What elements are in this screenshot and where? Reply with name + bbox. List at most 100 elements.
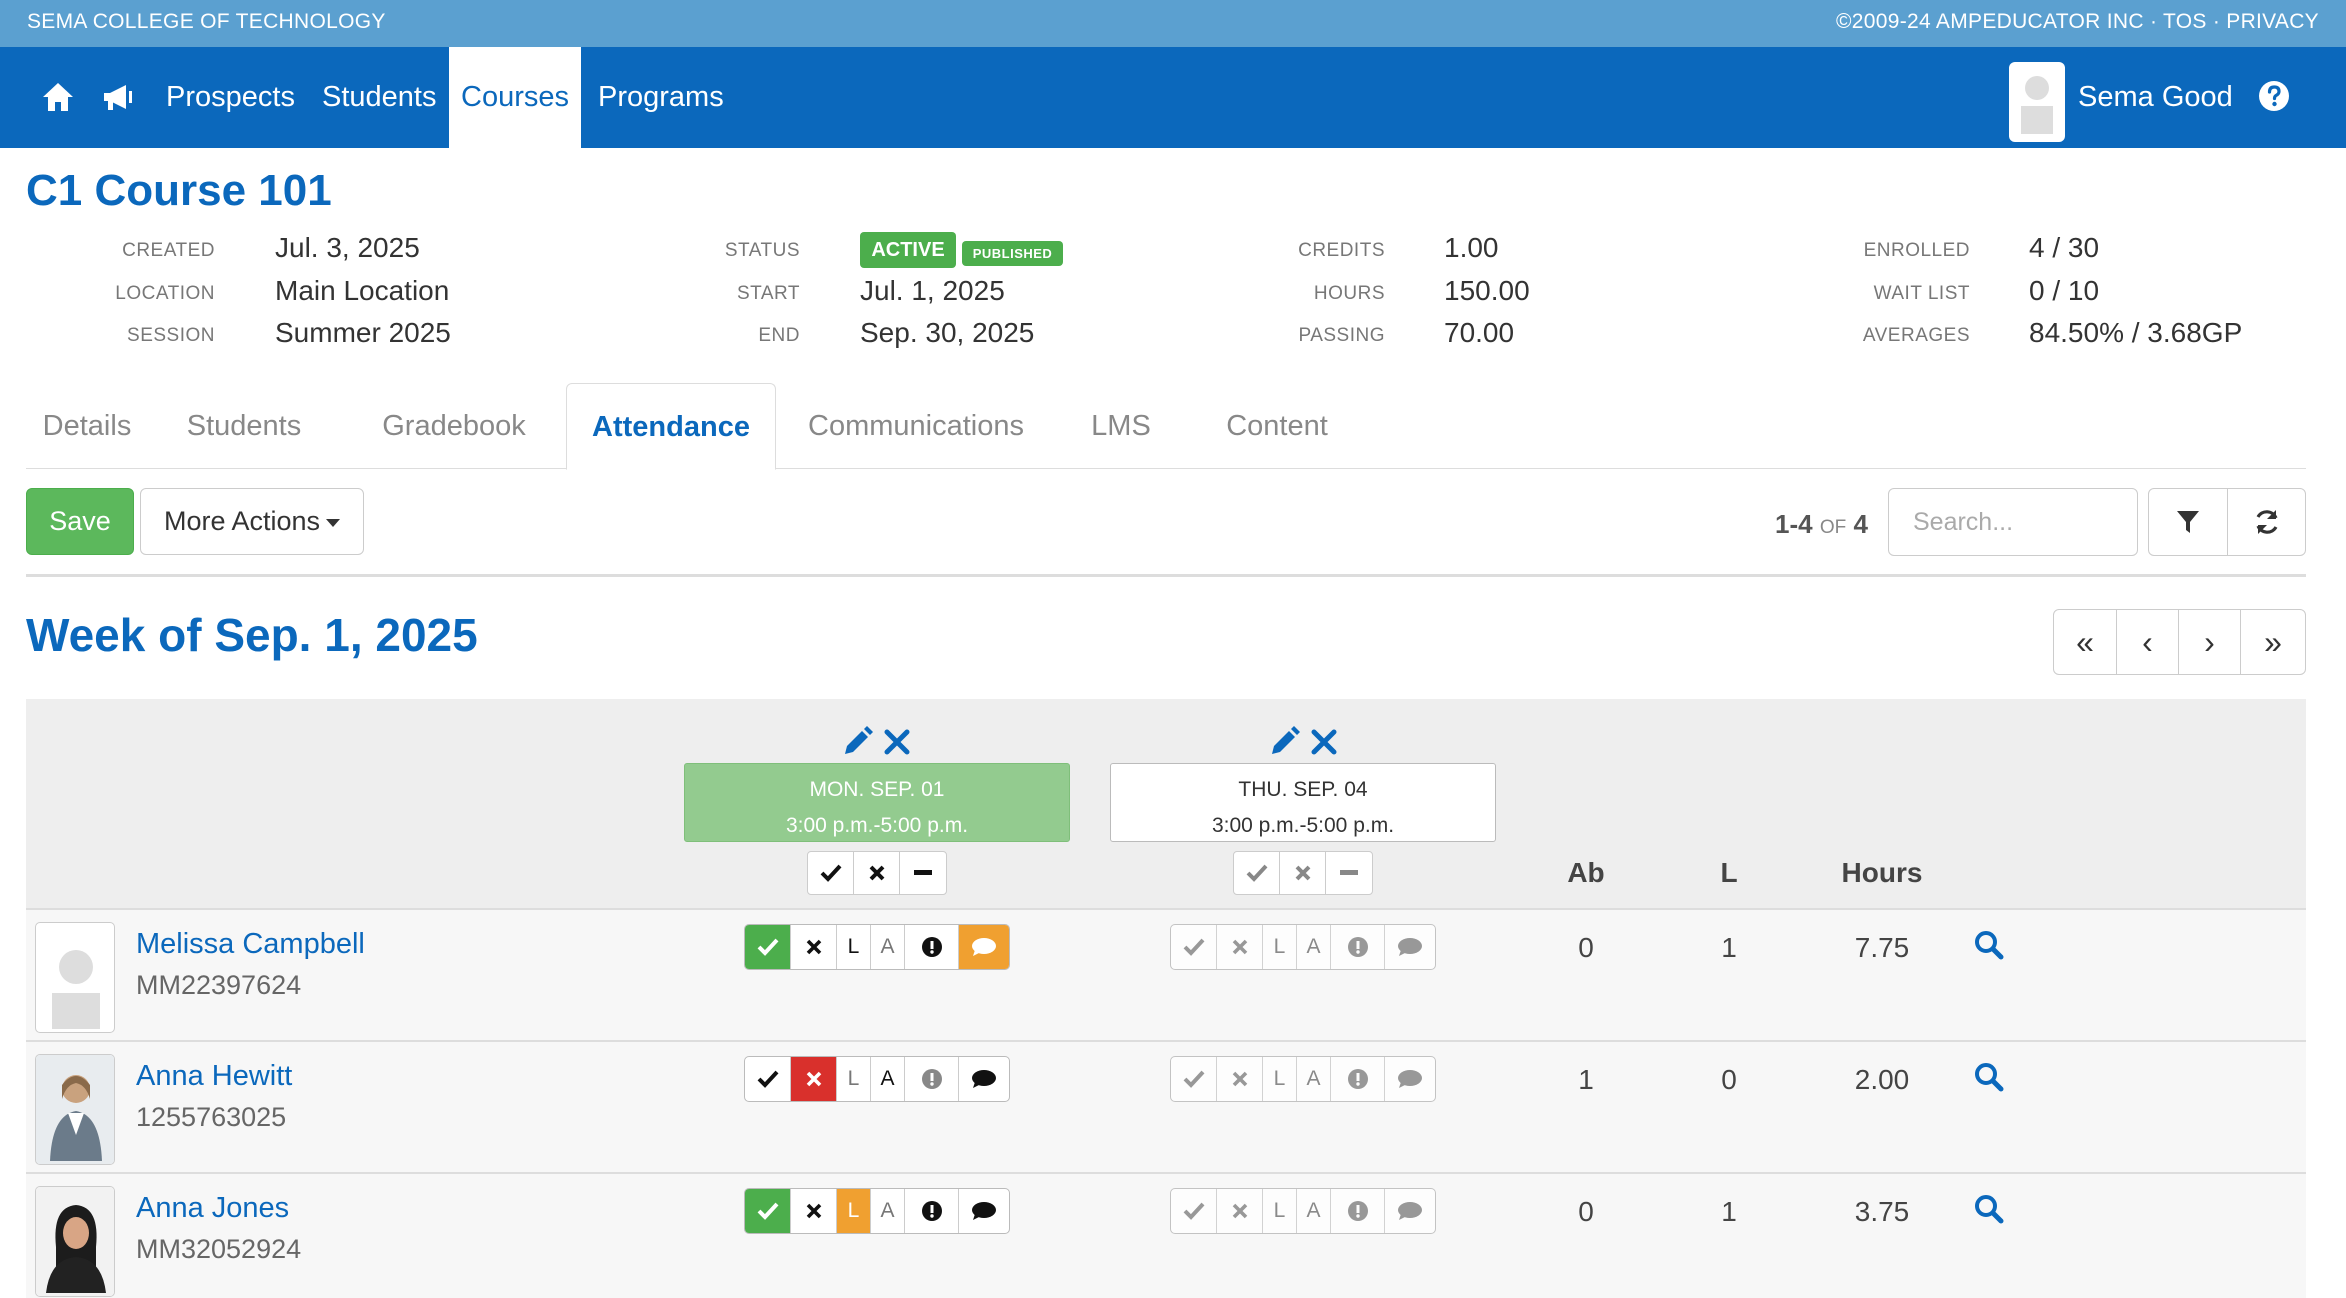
student-name[interactable]: Anna Hewitt — [136, 1060, 292, 1093]
late-toggle[interactable]: L — [837, 1057, 871, 1101]
megaphone-icon[interactable] — [100, 79, 136, 115]
clear-all-icon[interactable] — [1326, 852, 1372, 894]
avatar[interactable] — [35, 1054, 115, 1165]
edit-session-1-icon[interactable] — [845, 726, 873, 754]
prev-week-button[interactable]: ‹ — [2116, 609, 2179, 675]
present-icon[interactable] — [1171, 1189, 1217, 1233]
search-icon[interactable] — [1974, 930, 2004, 960]
first-week-button[interactable]: « — [2053, 609, 2117, 675]
table-row: Anna Hewitt 1255763025 L A L A 1 0 2.00 — [26, 1042, 2306, 1174]
clear-all-icon[interactable] — [900, 852, 946, 894]
search-icon[interactable] — [1974, 1194, 2004, 1224]
session-1-day: MON. SEP. 01 — [809, 778, 945, 801]
mark-all-present-icon[interactable] — [1234, 852, 1280, 894]
nav-courses[interactable]: Courses — [449, 47, 581, 148]
absent-icon[interactable] — [791, 925, 837, 969]
absent-icon[interactable] — [1217, 925, 1263, 969]
excused-absent-toggle[interactable]: A — [1297, 1057, 1331, 1101]
more-actions-button[interactable]: More Actions — [140, 488, 364, 555]
edit-session-2-icon[interactable] — [1272, 726, 1300, 754]
excused-absent-toggle[interactable]: A — [1297, 925, 1331, 969]
late-toggle[interactable]: L — [1263, 1189, 1297, 1233]
tab-communications[interactable]: Communications — [796, 383, 1036, 469]
late-toggle[interactable]: L — [1263, 925, 1297, 969]
alert-icon[interactable] — [905, 1057, 959, 1101]
absent-icon[interactable] — [791, 1189, 837, 1233]
tab-lms[interactable]: LMS — [1086, 383, 1156, 469]
mark-all-absent-icon[interactable] — [854, 852, 900, 894]
user-avatar[interactable] — [2009, 62, 2065, 142]
comment-icon[interactable] — [1385, 925, 1435, 969]
refresh-button[interactable] — [2227, 488, 2306, 556]
next-week-button[interactable]: › — [2178, 609, 2241, 675]
filter-button[interactable] — [2148, 488, 2228, 556]
main-navbar: Prospects Students Courses Programs Sema… — [0, 47, 2346, 148]
tab-attendance[interactable]: Attendance — [566, 383, 776, 470]
comment-icon[interactable] — [959, 1189, 1009, 1233]
filter-icon — [2177, 511, 2199, 533]
attendance-controls-session-2: L A — [1170, 924, 1436, 970]
absent-icon[interactable] — [1217, 1189, 1263, 1233]
present-icon[interactable] — [1171, 925, 1217, 969]
course-title: C1 Course 101 — [26, 166, 332, 215]
nav-prospects[interactable]: Prospects — [150, 47, 311, 148]
alert-icon[interactable] — [1331, 1189, 1385, 1233]
alert-icon[interactable] — [905, 1189, 959, 1233]
delete-session-1-icon[interactable] — [884, 729, 910, 755]
excused-absent-toggle[interactable]: A — [871, 1057, 905, 1101]
excused-absent-toggle[interactable]: A — [871, 1189, 905, 1233]
user-name[interactable]: Sema Good — [2078, 47, 2233, 148]
excused-absent-toggle[interactable]: A — [871, 925, 905, 969]
last-week-button[interactable]: » — [2240, 609, 2306, 675]
legal-links[interactable]: ©2009-24 AMPEDUCATOR INC · TOS · PRIVACY — [1836, 10, 2319, 34]
session-1-header[interactable]: MON. SEP. 01 3:00 p.m.-5:00 p.m. — [684, 763, 1070, 842]
comment-icon[interactable] — [1385, 1057, 1435, 1101]
avatar[interactable] — [35, 922, 115, 1033]
tab-gradebook[interactable]: Gradebook — [370, 383, 538, 469]
present-icon[interactable] — [1171, 1057, 1217, 1101]
present-icon[interactable] — [745, 1057, 791, 1101]
location-value: Main Location — [275, 275, 450, 306]
absences-column-header: Ab — [1567, 857, 1605, 888]
tab-students[interactable]: Students — [174, 383, 314, 469]
nav-programs[interactable]: Programs — [582, 47, 740, 148]
present-icon[interactable] — [745, 1189, 791, 1233]
help-icon[interactable] — [2258, 80, 2290, 112]
alert-icon[interactable] — [1331, 1057, 1385, 1101]
avatar[interactable] — [35, 1186, 115, 1297]
comment-icon[interactable] — [959, 925, 1009, 969]
comment-icon[interactable] — [959, 1057, 1009, 1101]
alert-icon[interactable] — [1331, 925, 1385, 969]
session-1-time: 3:00 p.m.-5:00 p.m. — [785, 814, 969, 837]
location-label: LOCATION — [115, 283, 215, 304]
late-toggle[interactable]: L — [837, 1189, 871, 1233]
save-button[interactable]: Save — [26, 488, 134, 555]
student-name[interactable]: Anna Jones — [136, 1192, 289, 1225]
waitlist-label: WAIT LIST — [1873, 283, 1970, 304]
excused-absent-toggle[interactable]: A — [1297, 1189, 1331, 1233]
tab-content[interactable]: Content — [1202, 383, 1352, 469]
comment-icon[interactable] — [1385, 1189, 1435, 1233]
record-of: OF — [1819, 517, 1847, 538]
mark-all-absent-icon[interactable] — [1280, 852, 1326, 894]
nav-students[interactable]: Students — [306, 47, 452, 148]
delete-session-2-icon[interactable] — [1311, 729, 1337, 755]
late-toggle[interactable]: L — [837, 925, 871, 969]
search-input[interactable] — [1888, 488, 2138, 556]
tab-details[interactable]: Details — [26, 383, 148, 469]
session-2-header[interactable]: THU. SEP. 04 3:00 p.m.-5:00 p.m. — [1110, 763, 1496, 842]
late-toggle[interactable]: L — [1263, 1057, 1297, 1101]
student-name[interactable]: Melissa Campbell — [136, 928, 365, 961]
hours-total: 7.75 — [1854, 932, 1910, 963]
school-name: SEMA COLLEGE OF TECHNOLOGY — [27, 10, 386, 33]
search-icon[interactable] — [1974, 1062, 2004, 1092]
chevron-right-icon: › — [2204, 623, 2215, 660]
attendance-controls-session-2: L A — [1170, 1188, 1436, 1234]
mark-all-present-icon[interactable] — [808, 852, 854, 894]
home-icon[interactable] — [40, 79, 76, 115]
absent-icon[interactable] — [791, 1057, 837, 1101]
present-icon[interactable] — [745, 925, 791, 969]
absent-icon[interactable] — [1217, 1057, 1263, 1101]
enrolled-value: 4 / 30 — [2029, 232, 2100, 263]
alert-icon[interactable] — [905, 925, 959, 969]
